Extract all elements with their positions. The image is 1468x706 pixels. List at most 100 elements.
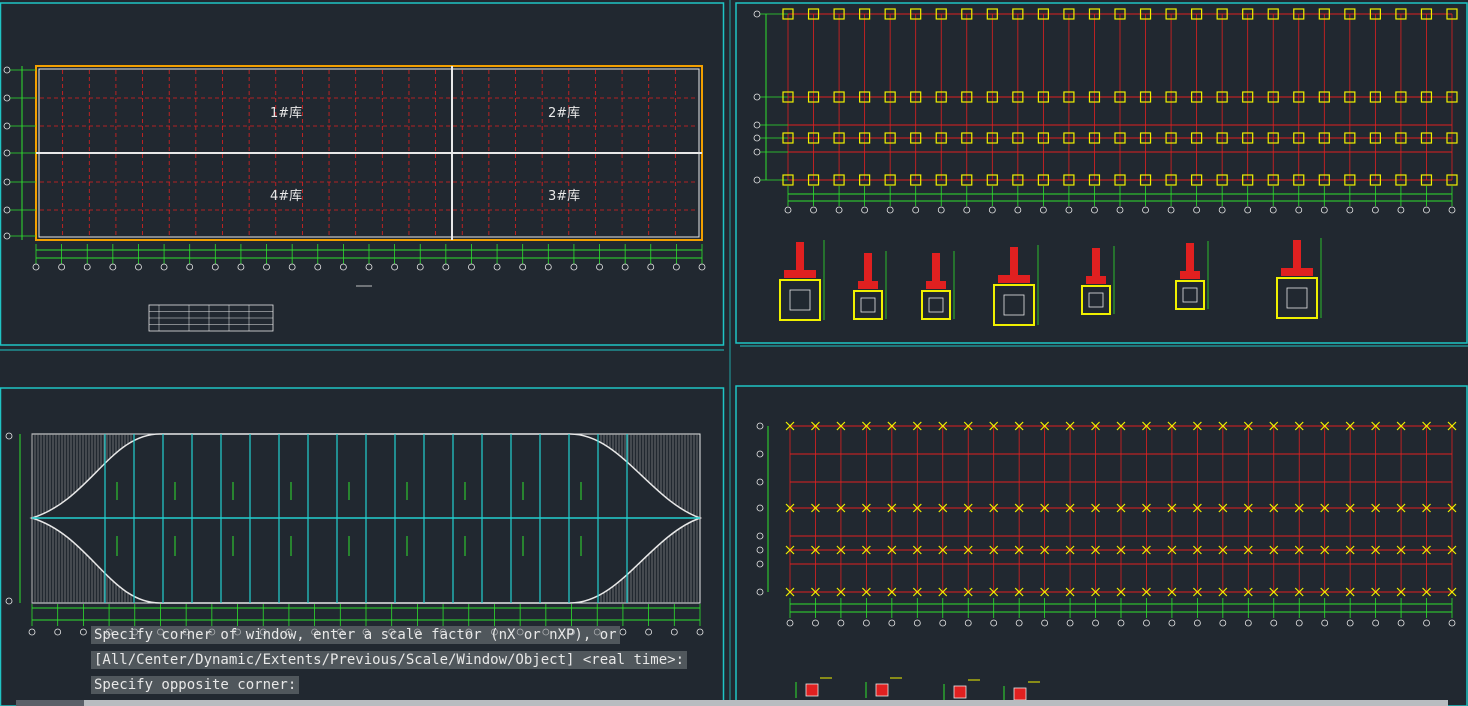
axis-bubble-icon <box>1372 619 1380 627</box>
axis-bubble-icon <box>756 422 764 430</box>
axis-bubble-icon <box>1015 619 1023 627</box>
axis-bubble-icon <box>1269 206 1277 214</box>
axis-bubble-icon <box>835 206 843 214</box>
axis-bubble-icon <box>645 628 653 636</box>
axis-bubble-icon <box>391 263 399 271</box>
axis-bubble-icon <box>964 619 972 627</box>
axis-bubble-icon <box>544 263 552 271</box>
axis-bubble-icon <box>886 206 894 214</box>
axis-bubble-icon <box>3 66 11 74</box>
axis-bubble-icon <box>753 176 761 184</box>
axis-bubble-icon <box>3 206 11 214</box>
axis-bubble-icon <box>812 619 819 627</box>
axis-bubble-icon <box>756 450 764 458</box>
axis-bubble-icon <box>3 149 11 157</box>
zone-label-1: 1#库 <box>270 105 302 121</box>
axis-bubble-icon <box>696 628 704 636</box>
axis-bubble-icon <box>3 122 11 130</box>
axis-bubble-icon <box>1320 206 1328 214</box>
axis-bubble-icon <box>3 178 11 186</box>
axis-bubble-icon <box>1142 206 1149 214</box>
axis-bubble-icon <box>442 263 450 271</box>
axis-bubble-icon <box>365 263 373 271</box>
horizontal-scrollbar[interactable] <box>16 700 1448 706</box>
zone-label-3: 3#库 <box>548 188 580 204</box>
axis-bubble-icon <box>1244 619 1252 627</box>
axis-bubble-icon <box>1346 619 1354 627</box>
viewport-top-right[interactable] <box>735 2 1468 344</box>
axis-bubble-icon <box>670 628 678 636</box>
axis-bubble-icon <box>1168 619 1176 627</box>
axis-bubble-icon <box>1397 206 1405 214</box>
axis-bubble-icon <box>288 263 296 271</box>
axis-bubble-icon <box>698 263 706 271</box>
axis-bubble-icon <box>647 263 655 271</box>
viewport-top-left[interactable] <box>0 2 725 346</box>
axis-bubble-icon <box>339 263 347 271</box>
axis-bubble-icon <box>753 10 761 18</box>
axis-bubble-icon <box>756 560 764 568</box>
axis-bubble-icon <box>963 206 971 214</box>
axis-bubble-icon <box>756 504 764 512</box>
axis-bubble-icon <box>1143 619 1150 627</box>
axis-bubble-icon <box>160 263 168 271</box>
axis-bubble-icon <box>28 628 36 636</box>
footing-detail-icon <box>993 284 1035 326</box>
foundation-plan <box>753 8 1458 326</box>
axis-bubble-icon <box>3 94 11 102</box>
axis-bubble-icon <box>1091 206 1098 214</box>
axis-bubble-icon <box>753 93 761 101</box>
axis-bubble-icon <box>988 206 996 214</box>
warehouse-floor-plan <box>3 65 706 332</box>
axis-bubble-icon <box>1041 619 1049 627</box>
axis-bubble-icon <box>1066 619 1074 627</box>
roof-plan <box>5 432 704 636</box>
footing-detail-icon <box>779 279 821 321</box>
axis-bubble-icon <box>58 263 66 271</box>
axis-bubble-icon <box>1270 619 1278 627</box>
axis-bubble-icon <box>416 263 424 271</box>
axis-bubble-icon <box>753 121 761 129</box>
axis-bubble-icon <box>1117 619 1125 627</box>
axis-bubble-icon <box>3 232 11 240</box>
axis-bubble-icon <box>912 206 920 214</box>
zone-label-4: 4#库 <box>270 188 302 204</box>
axis-bubble-icon <box>468 263 475 271</box>
axis-bubble-icon <box>1346 206 1354 214</box>
cad-model-space[interactable]: 1#库 2#库 4#库 3#库 <box>0 0 1468 706</box>
axis-bubble-icon <box>32 263 40 271</box>
axis-bubble-icon <box>756 546 764 554</box>
axis-bubble-icon <box>756 588 764 596</box>
command-prompt[interactable]: Specify opposite corner: <box>91 676 300 694</box>
axis-bubble-icon <box>990 619 998 627</box>
axis-bubble-icon <box>810 206 817 214</box>
axis-bubble-icon <box>109 263 117 271</box>
axis-bubble-icon <box>1295 206 1303 214</box>
axis-bubble-icon <box>786 619 794 627</box>
axis-bubble-icon <box>5 597 13 605</box>
footing-detail-icon <box>921 290 951 320</box>
axis-bubble-icon <box>54 628 62 636</box>
axis-bubble-icon <box>756 532 764 540</box>
scrollbar-thumb[interactable] <box>84 700 1448 706</box>
axis-bubble-icon <box>672 263 680 271</box>
axis-bubble-icon <box>1448 619 1456 627</box>
axis-bubble-icon <box>1193 619 1201 627</box>
axis-bubble-icon <box>939 619 947 627</box>
axis-bubble-icon <box>493 263 501 271</box>
viewport-bottom-right[interactable] <box>735 385 1468 706</box>
axis-bubble-icon <box>1065 206 1073 214</box>
axis-bubble-icon <box>570 263 578 271</box>
axis-bubble-icon <box>784 206 792 214</box>
axis-bubble-icon <box>1039 206 1047 214</box>
axis-bubble-icon <box>1321 619 1329 627</box>
footing-detail-icon <box>853 290 883 320</box>
axis-bubble-icon <box>837 619 845 627</box>
axis-bubble-icon <box>135 263 142 271</box>
axis-bubble-icon <box>1219 619 1227 627</box>
axis-bubble-icon <box>186 263 194 271</box>
axis-bubble-icon <box>1244 206 1252 214</box>
axis-bubble-icon <box>1371 206 1379 214</box>
axis-bubble-icon <box>1193 206 1201 214</box>
command-history-line-2: [All/Center/Dynamic/Extents/Previous/Sca… <box>91 651 688 669</box>
